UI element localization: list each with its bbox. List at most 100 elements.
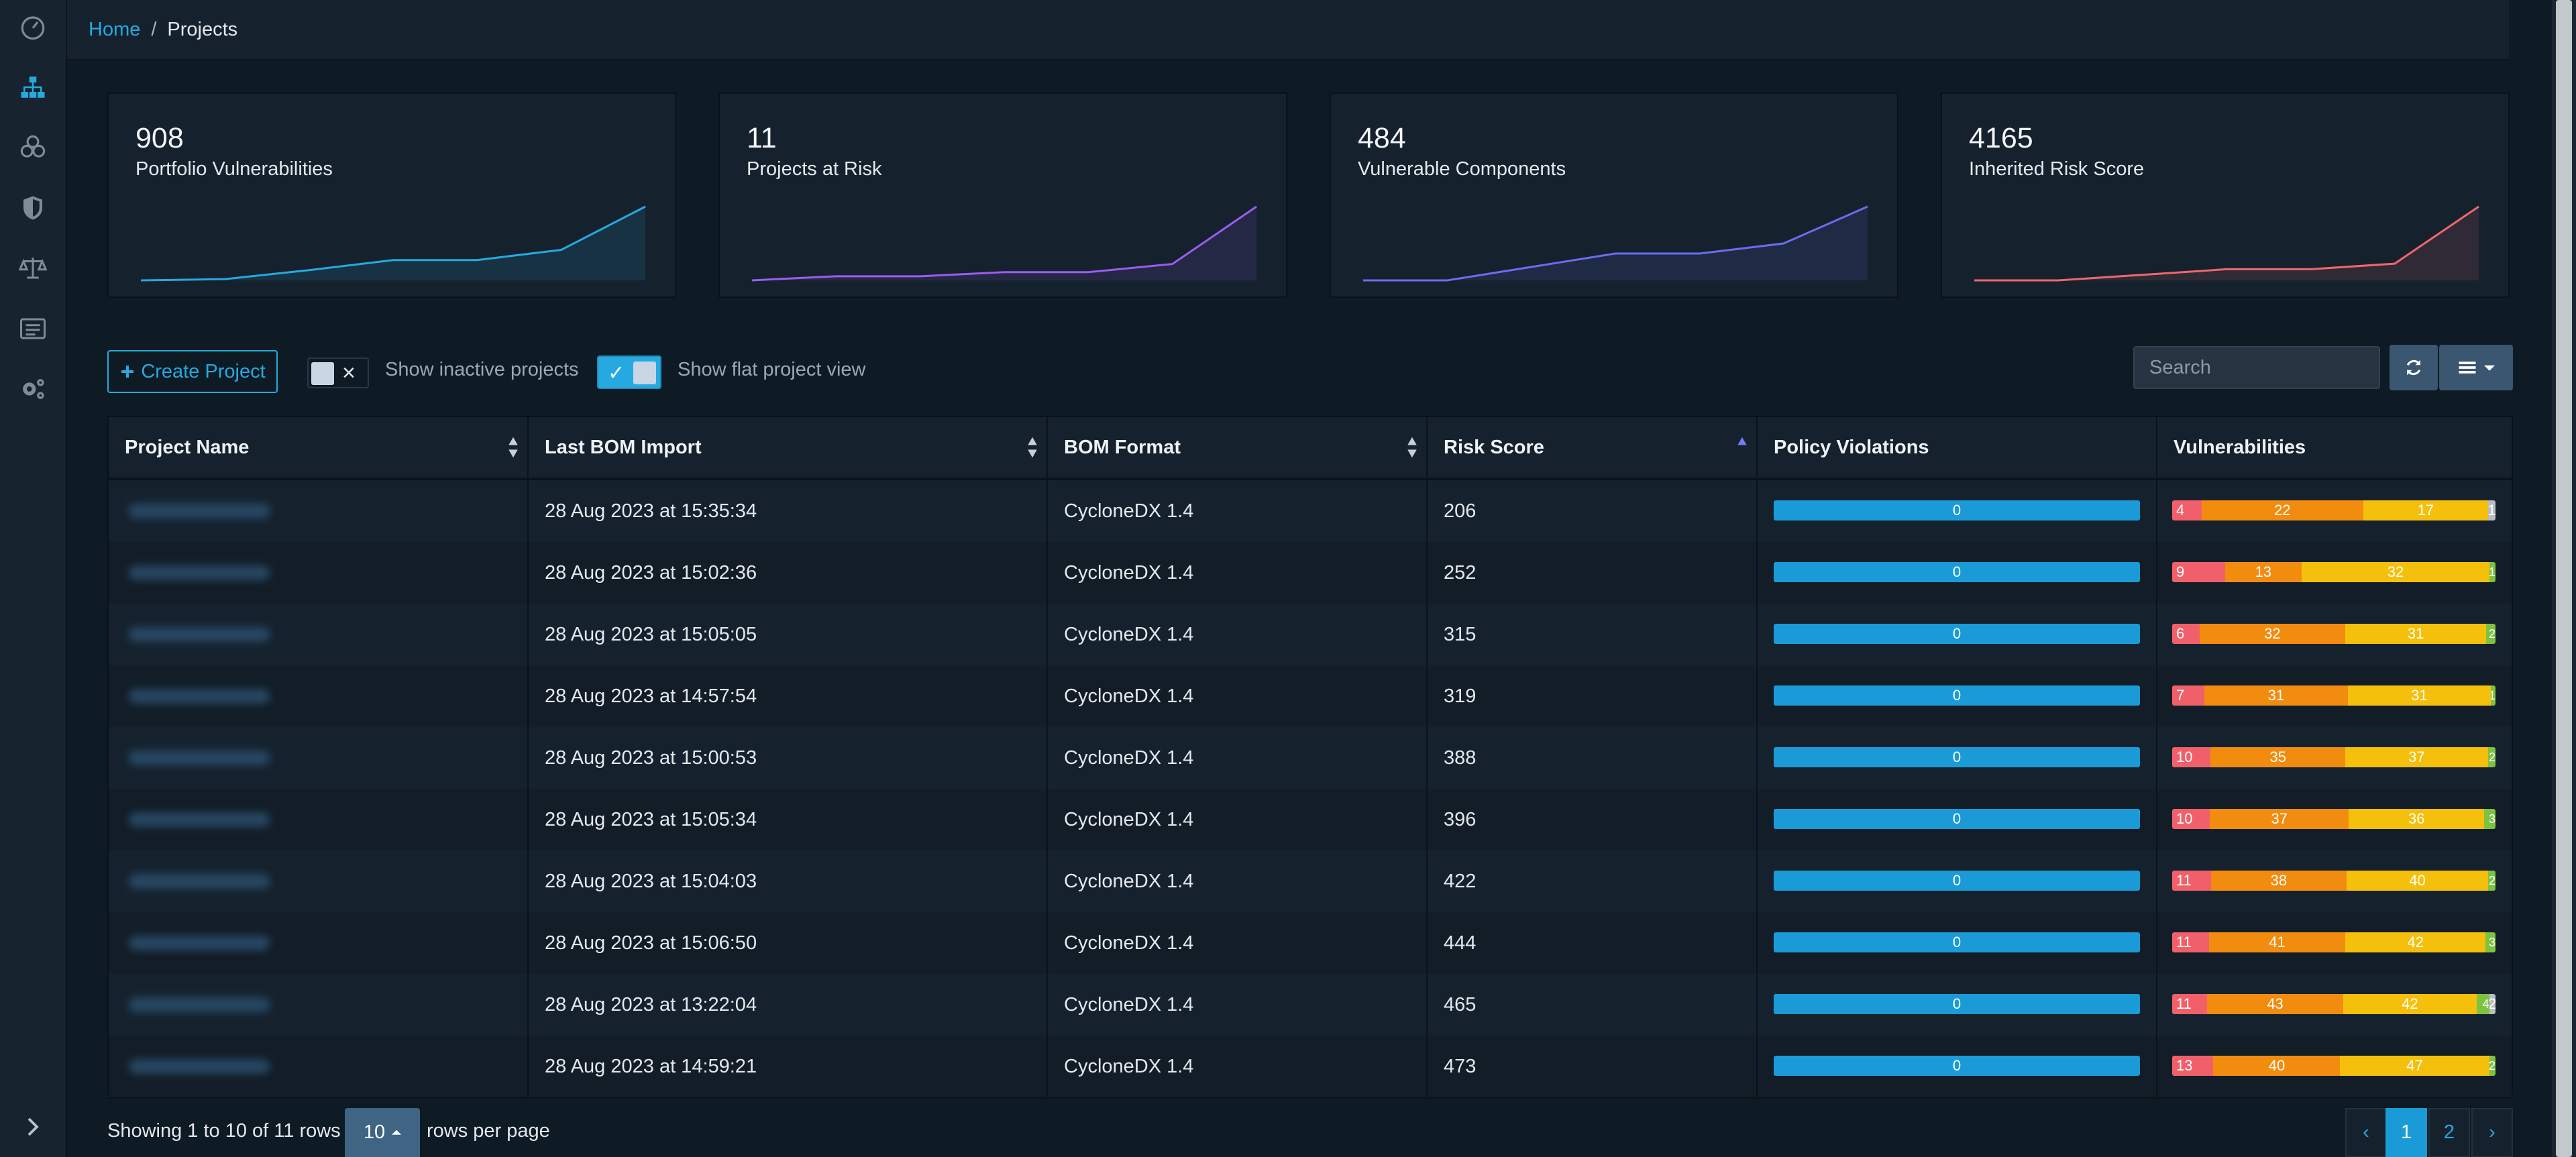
dashboard-icon[interactable] <box>0 0 66 54</box>
project-name-cell[interactable] <box>109 974 529 1036</box>
pagination-page-1[interactable]: 1 <box>2385 1108 2427 1157</box>
stat-value: 4165 <box>1969 122 2033 154</box>
vuln-high-segment: 22 <box>2201 500 2363 520</box>
vuln-high-segment: 35 <box>2210 747 2346 767</box>
table-row[interactable]: 28 Aug 2023 at 15:05:34 CycloneDX 1.4 396 0… <box>109 789 2512 852</box>
project-name-cell[interactable] <box>109 665 529 727</box>
breadcrumb: Home / Projects <box>67 0 2509 60</box>
vulnerabilities-bar: 11 38 40 2 <box>2172 871 2496 891</box>
vuln-low-segment: 3 <box>2484 809 2496 829</box>
vulnerabilities-cell: 10 35 37 2 <box>2157 727 2512 789</box>
page-size-value: 10 <box>363 1121 386 1143</box>
vuln-critical-segment: 4 <box>2172 500 2202 520</box>
pagination-next[interactable]: › <box>2471 1108 2513 1157</box>
policy-violations-bar: 0 <box>1774 809 2140 829</box>
project-name-cell[interactable] <box>109 850 529 912</box>
project-name-redacted[interactable] <box>129 936 270 950</box>
vuln-critical-segment: 6 <box>2172 624 2200 644</box>
vuln-high-segment: 37 <box>2210 809 2349 829</box>
project-name-redacted[interactable] <box>129 1059 270 1074</box>
show-inactive-toggle[interactable]: × <box>307 357 369 388</box>
table-row[interactable]: 28 Aug 2023 at 15:35:34 CycloneDX 1.4 206 0… <box>109 480 2512 543</box>
project-name-redacted[interactable] <box>129 812 270 827</box>
sidebar-expand-icon[interactable] <box>0 1097 66 1157</box>
bom-format-cell: CycloneDX 1.4 <box>1048 1036 1428 1097</box>
vuln-low-segment: 2 <box>2486 624 2496 644</box>
cogs-icon[interactable] <box>0 362 66 416</box>
project-name-cell[interactable] <box>109 912 529 974</box>
table-row[interactable]: 28 Aug 2023 at 14:57:54 CycloneDX 1.4 319 0… <box>109 665 2512 728</box>
project-name-redacted[interactable] <box>129 751 270 765</box>
last-bom-import-cell: 28 Aug 2023 at 13:22:04 <box>529 974 1048 1036</box>
vuln-high-segment: 40 <box>2213 1056 2341 1076</box>
components-icon[interactable] <box>0 121 66 174</box>
last-bom-import-cell: 28 Aug 2023 at 15:00:53 <box>529 727 1048 789</box>
vuln-low-segment: 2 <box>2488 871 2496 891</box>
project-name-redacted[interactable] <box>129 874 270 889</box>
pagination-page-2[interactable]: 2 <box>2428 1108 2470 1157</box>
list-icon <box>2459 362 2476 374</box>
header-last-bom-import[interactable]: Last BOM Import <box>529 417 1048 478</box>
shield-icon[interactable] <box>0 181 66 235</box>
header-risk-score[interactable]: Risk Score <box>1428 417 1758 478</box>
scale-icon[interactable] <box>0 241 66 295</box>
page-scrollbar-thumb[interactable] <box>2556 0 2572 1157</box>
vulnerabilities-bar: 10 37 36 3 <box>2172 809 2496 829</box>
table-row[interactable]: 28 Aug 2023 at 15:00:53 CycloneDX 1.4 388 0… <box>109 727 2512 790</box>
table-row[interactable]: 28 Aug 2023 at 15:05:05 CycloneDX 1.4 315 0… <box>109 604 2512 667</box>
search-input[interactable] <box>2133 346 2380 389</box>
stat-label: Portfolio Vulnerabilities <box>136 158 333 180</box>
bom-format-cell: CycloneDX 1.4 <box>1048 727 1428 789</box>
breadcrumb-home-link[interactable]: Home <box>89 19 140 41</box>
project-name-redacted[interactable] <box>129 689 270 704</box>
project-name-cell[interactable] <box>109 480 529 542</box>
project-name-cell[interactable] <box>109 727 529 789</box>
project-name-cell[interactable] <box>109 789 529 850</box>
project-name-cell[interactable] <box>109 604 529 665</box>
breadcrumb-separator: / <box>151 18 157 40</box>
project-name-redacted[interactable] <box>129 504 270 518</box>
project-name-cell[interactable] <box>109 1036 529 1097</box>
table-row[interactable]: 28 Aug 2023 at 15:06:50 CycloneDX 1.4 444 0… <box>109 912 2512 975</box>
vuln-medium-segment: 17 <box>2363 500 2489 520</box>
risk-score-cell: 396 <box>1428 789 1758 850</box>
show-flat-view-label: Show flat project view <box>678 359 866 380</box>
vuln-critical-segment: 9 <box>2172 562 2225 582</box>
sitemap-icon[interactable] <box>0 60 66 114</box>
header-project-name[interactable]: Project Name <box>109 417 529 478</box>
policy-violations-cell: 0 <box>1758 789 2157 850</box>
policy-violations-bar: 0 <box>1774 932 2140 952</box>
stat-card-inherited-risk-score: 4165 Inherited Risk Score <box>1941 93 2510 298</box>
table-row[interactable]: 28 Aug 2023 at 13:22:04 CycloneDX 1.4 465 0… <box>109 974 2512 1037</box>
refresh-button[interactable] <box>2390 345 2438 390</box>
bom-format-cell: CycloneDX 1.4 <box>1048 974 1428 1036</box>
page-size-dropdown[interactable]: 10 <box>345 1108 420 1157</box>
vuln-low-segment: 2 <box>2489 1056 2496 1076</box>
caret-down-icon <box>2484 365 2495 371</box>
pagination-prev[interactable]: ‹ <box>2345 1108 2387 1157</box>
create-project-button[interactable]: Create Project <box>107 350 278 393</box>
table-row[interactable]: 28 Aug 2023 at 15:04:03 CycloneDX 1.4 422 0… <box>109 850 2512 914</box>
bom-format-cell: CycloneDX 1.4 <box>1048 604 1428 665</box>
table-row[interactable]: 28 Aug 2023 at 15:02:36 CycloneDX 1.4 252 0… <box>109 542 2512 605</box>
project-name-redacted[interactable] <box>129 565 270 580</box>
columns-dropdown-button[interactable] <box>2439 345 2513 390</box>
risk-score-cell: 465 <box>1428 974 1758 1036</box>
stat-value: 11 <box>747 122 777 154</box>
list-icon[interactable] <box>0 302 66 355</box>
vuln-low-segment: 1 <box>2489 562 2496 582</box>
policy-violations-bar: 0 <box>1774 871 2140 891</box>
last-bom-import-cell: 28 Aug 2023 at 15:06:50 <box>529 912 1048 974</box>
sort-icon <box>1407 437 1417 458</box>
last-bom-import-cell: 28 Aug 2023 at 14:59:21 <box>529 1036 1048 1097</box>
show-flat-view-toggle[interactable]: ✓ <box>597 355 661 389</box>
check-icon: ✓ <box>608 362 625 384</box>
project-name-redacted[interactable] <box>129 627 270 642</box>
page-scrollbar[interactable] <box>2552 0 2576 1157</box>
project-name-redacted[interactable] <box>129 997 270 1012</box>
project-name-cell[interactable] <box>109 542 529 604</box>
header-bom-format[interactable]: BOM Format <box>1048 417 1428 478</box>
vuln-high-segment: 32 <box>2199 624 2345 644</box>
table-row[interactable]: 28 Aug 2023 at 14:59:21 CycloneDX 1.4 473 0… <box>109 1036 2512 1099</box>
bom-format-cell: CycloneDX 1.4 <box>1048 542 1428 604</box>
